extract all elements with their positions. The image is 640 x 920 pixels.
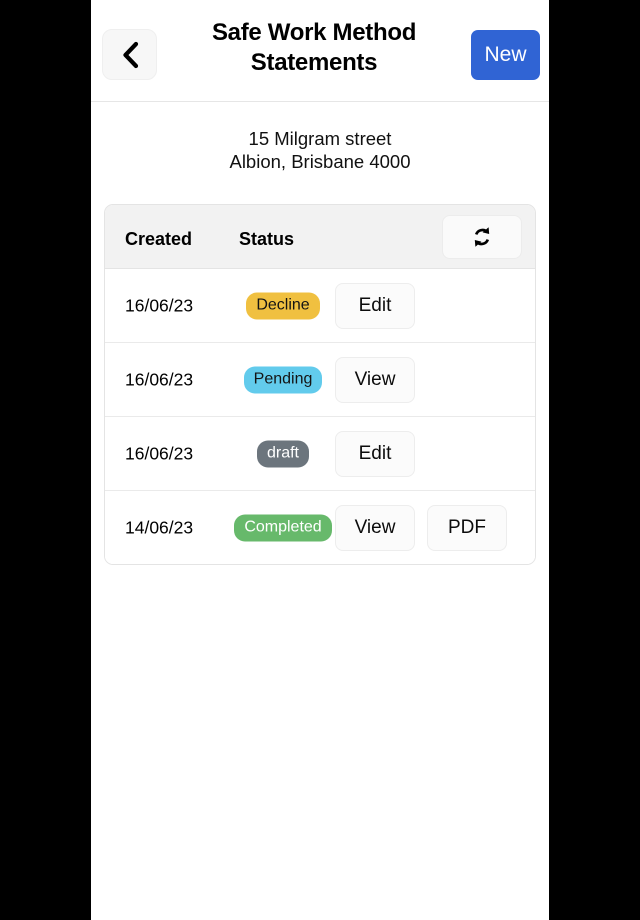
address-line-2: Albion, Brisbane 4000 [229, 151, 411, 172]
cell-actions: Edit [335, 430, 415, 477]
chevron-left-icon [121, 41, 139, 69]
cell-actions: View PDF [335, 504, 507, 551]
column-header-status: Status [239, 229, 295, 249]
site-address: 15 Milgram street Albion, Brisbane 4000 [91, 127, 549, 173]
page-title-line-2: Statements [250, 49, 378, 76]
action-button-edit[interactable]: Edit [335, 430, 415, 477]
action-button-view[interactable]: View [335, 356, 415, 403]
column-header-created: Created [125, 229, 193, 249]
refresh-icon [470, 225, 494, 249]
cell-created-date: 16/06/23 [125, 295, 194, 315]
status-badge: Decline [246, 292, 320, 319]
action-button-edit[interactable]: Edit [335, 282, 415, 329]
statements-table-card: Created Status 16/06/23 Decline Edit 16/06/… [104, 204, 536, 565]
table-header: Created Status [105, 205, 535, 269]
cell-actions: View [335, 356, 415, 403]
refresh-button[interactable] [442, 215, 522, 259]
status-badge: draft [256, 440, 309, 467]
navigation-bar: Safe Work Method Statements New [91, 0, 549, 102]
action-button-view[interactable]: View [335, 504, 415, 551]
back-button[interactable] [102, 29, 157, 80]
cell-created-date: 16/06/23 [125, 443, 194, 463]
table-row: 14/06/23 Completed View PDF [105, 491, 535, 564]
cell-created-date: 16/06/23 [125, 369, 194, 389]
cell-status: Pending [233, 366, 333, 393]
status-badge: Pending [243, 366, 323, 393]
cell-status: draft [233, 440, 333, 467]
page-title-line-1: Safe Work Method [211, 19, 417, 46]
table-row: 16/06/23 Decline Edit [105, 269, 535, 343]
address-line-1: 15 Milgram street [248, 128, 392, 149]
app-viewport: Safe Work Method Statements New 15 Milgr… [91, 0, 549, 920]
cell-status: Completed [233, 514, 333, 541]
table-row: 16/06/23 draft Edit [105, 417, 535, 491]
cell-created-date: 14/06/23 [125, 517, 194, 537]
cell-status: Decline [233, 292, 333, 319]
action-button-pdf[interactable]: PDF [427, 504, 507, 551]
device-screen: Safe Work Method Statements New 15 Milgr… [0, 0, 640, 920]
table-body: 16/06/23 Decline Edit 16/06/23 Pending View 16… [105, 269, 535, 564]
status-badge: Completed [234, 514, 332, 541]
table-row: 16/06/23 Pending View [105, 343, 535, 417]
cell-actions: Edit [335, 282, 415, 329]
page-title: Safe Work Method Statements [163, 18, 465, 78]
new-button[interactable]: New [471, 30, 540, 80]
